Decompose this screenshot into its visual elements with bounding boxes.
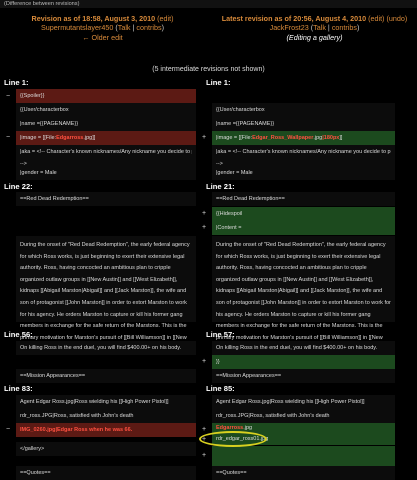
older-edit-link[interactable]: ← Older edit — [0, 33, 205, 42]
diff-row-context: {{User/characterbox — [212, 103, 395, 117]
right-revision-title: Latest revision as of 20:56, August 4, 2… — [221, 14, 367, 23]
diff-row-context: On killing Ross in the end duel, you wil… — [16, 341, 196, 355]
diff-row-context: rdr_ross.JPG|Ross, satisfied with John's… — [16, 409, 196, 423]
right-line-number: Line 85: — [206, 384, 235, 393]
left-line-number: Line 22: — [4, 182, 33, 191]
left-talk-link[interactable]: Talk — [118, 23, 131, 32]
intermediate-revisions-note: (5 intermediate revisions not shown) — [152, 66, 265, 73]
added-marker: + — [202, 452, 207, 459]
added-marker: + — [202, 134, 207, 141]
diff-row-added: }} — [212, 355, 395, 369]
diff-row-context: On killing Ross in the end duel, you wil… — [212, 341, 395, 355]
diff-row-removed: |image = [[File:Edgarross.jpg]] — [16, 131, 196, 145]
diff-row-added: {{Hidespoil — [212, 207, 395, 221]
added-marker: + — [202, 210, 207, 217]
undo-link[interactable]: (undo) — [386, 14, 407, 23]
left-line-number: Line 83: — [4, 384, 33, 393]
left-revision-title: Revision as of 18:58, August 3, 2010 — [31, 14, 156, 23]
left-line-number: Line 1: — [4, 78, 29, 87]
highlight-ring — [199, 431, 267, 447]
left-contribs-link[interactable]: contribs — [136, 23, 161, 32]
diff-row-context: ==Red Dead Redemption== — [212, 192, 395, 206]
left-user-link[interactable]: Supermutantslayer450 — [41, 23, 113, 32]
right-user-link[interactable]: JackFrost23 — [270, 23, 309, 32]
diff-row-added: |Content = — [212, 221, 395, 235]
diff-row-context: Agent Edgar Ross.jpg|Ross wielding his [… — [16, 395, 196, 409]
diff-row-context: {{User/characterbox — [16, 103, 196, 117]
right-revision-header: Latest revision as of 20:56, August 4, 2… — [212, 14, 417, 42]
left-line-number: Line 56: — [4, 330, 33, 339]
right-line-number: Line 1: — [206, 78, 231, 87]
diff-row-context: During the onset of "Red Dead Redemption… — [212, 236, 395, 352]
diff-row-context: ==Mission Appearances== — [212, 369, 395, 383]
diff-row-context: </gallery> — [16, 442, 196, 456]
edit-summary: (Editing a gallery) — [286, 32, 343, 42]
right-edit-link[interactable]: (edit) — [368, 14, 384, 23]
right-talk-link[interactable]: Talk — [313, 23, 326, 32]
removed-marker: − — [6, 93, 11, 100]
diff-row-context: Agent Edgar Ross.jpg|Ross wielding his [… — [212, 395, 395, 409]
diff-row-added: |image = [[File:Edgar_Ross_Wallpaper.jpg… — [212, 131, 395, 145]
diff-row-removed: IMG_0260.jpg|Edgar Ross when he was 66. — [16, 423, 196, 437]
removed-marker: − — [6, 426, 11, 433]
diff-row-removed: {{Spoiler}} — [16, 89, 196, 103]
diff-row-added — [212, 446, 395, 466]
right-line-number: Line 21: — [206, 182, 235, 191]
left-revision-header: Revision as of 18:58, August 3, 2010 (ed… — [0, 14, 205, 42]
added-marker: + — [202, 224, 207, 231]
removed-marker: − — [6, 134, 11, 141]
added-marker: + — [202, 358, 207, 365]
diff-caption: (Difference between revisions) — [4, 1, 80, 7]
diff-row-context: ==Mission Appearances== — [16, 369, 196, 383]
right-line-number: Line 57: — [206, 330, 235, 339]
diff-title-bar: (Difference between revisions) — [0, 0, 417, 8]
diff-row-context: During the onset of "Red Dead Redemption… — [16, 236, 196, 352]
diff-row-context: |name ={{PAGENAME}} — [212, 117, 395, 131]
diff-row-context: ==Red Dead Redemption== — [16, 192, 196, 206]
right-contribs-link[interactable]: contribs — [332, 23, 357, 32]
diff-row-context: rdr_ross.JPG|Ross, satisfied with John's… — [212, 409, 395, 423]
added-marker: + — [202, 426, 207, 433]
diff-row-context: |name ={{PAGENAME}} — [16, 117, 196, 131]
diff-row-context: ==Quotes== — [16, 466, 196, 480]
diff-row-context: |gender = Male — [212, 166, 395, 180]
diff-row-context: |gender = Male — [16, 166, 196, 180]
diff-row-context: ==Quotes== — [212, 466, 395, 480]
left-edit-link[interactable]: (edit) — [157, 14, 173, 23]
